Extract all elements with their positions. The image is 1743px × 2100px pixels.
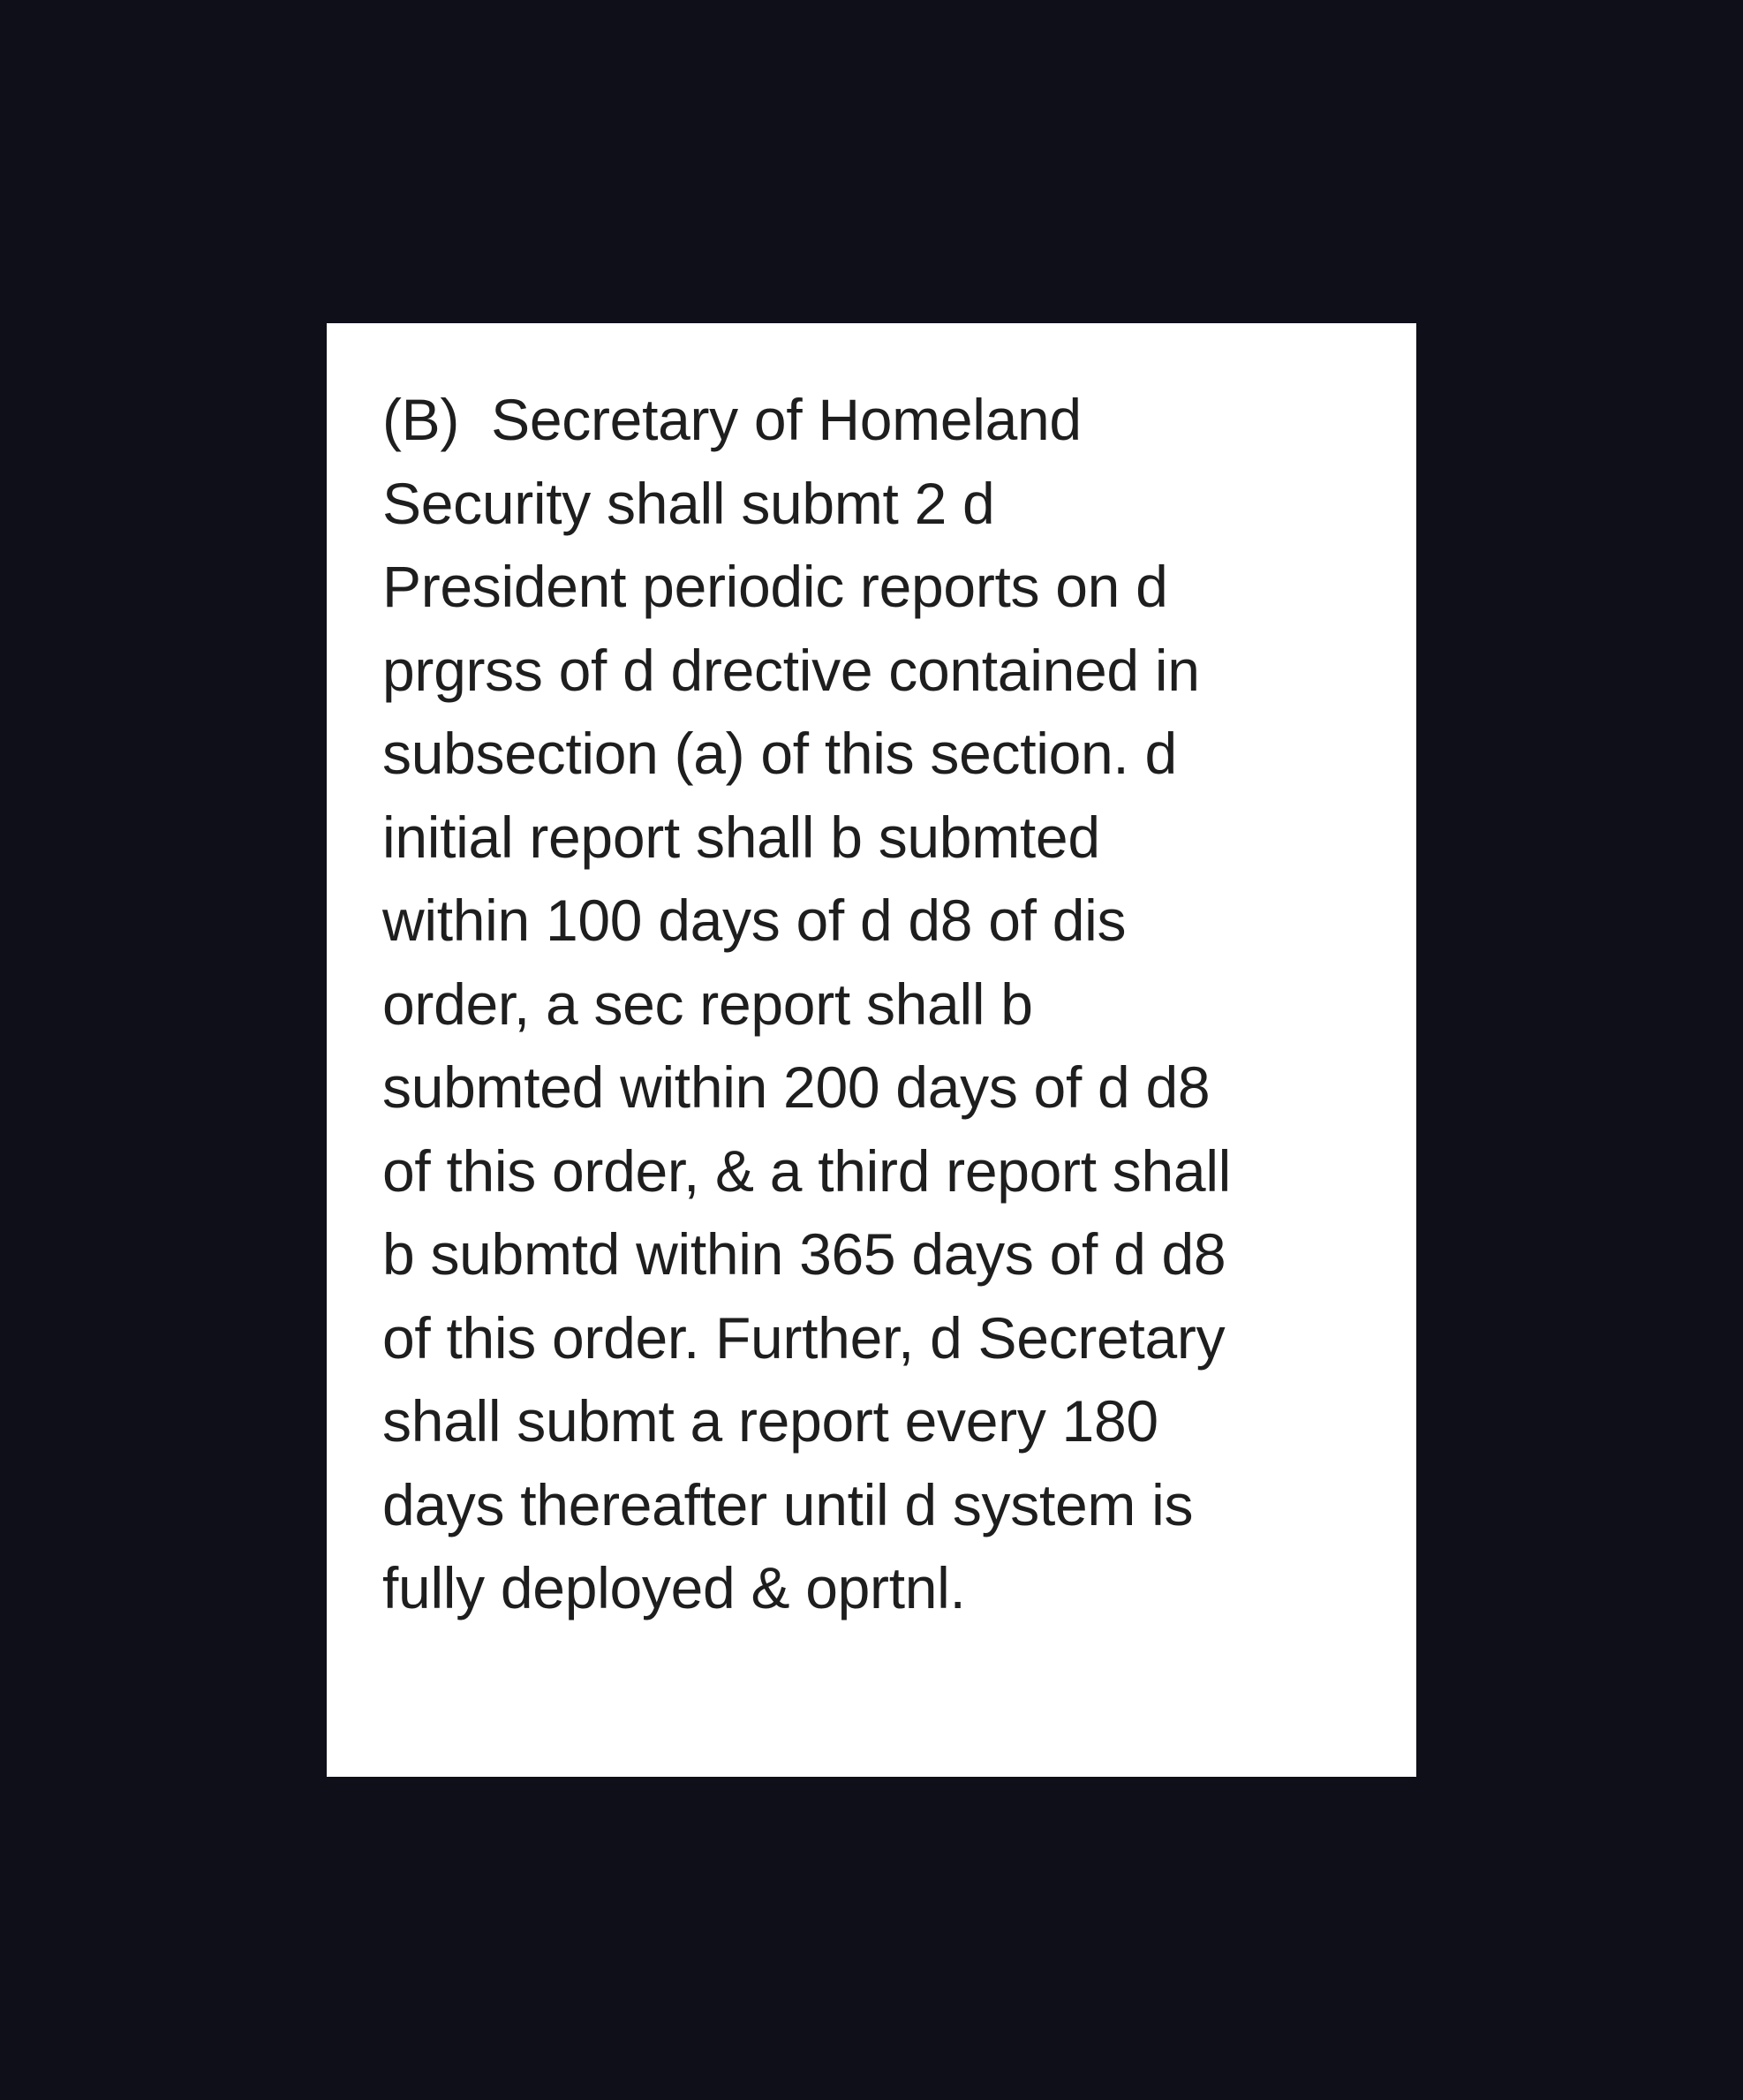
- text-line: shall submt a report every 180: [382, 1388, 1158, 1454]
- document-card: (B) Secretary of Homeland Security shall…: [327, 323, 1416, 1777]
- text-line: subsection (a) of this section. d: [382, 721, 1177, 786]
- text-line: President periodic reports on d: [382, 554, 1168, 619]
- text-line: submted within 200 days of d d8: [382, 1054, 1211, 1120]
- paragraph: (B) Secretary of Homeland Security shall…: [382, 378, 1363, 1630]
- text-line: within 100 days of d d8 of dis: [382, 888, 1127, 953]
- text-line: of this order, & a third report shall: [382, 1137, 1232, 1204]
- text-line: b submtd within 365 days of d d8: [382, 1221, 1226, 1287]
- text-line: (B) Secretary of Homeland: [382, 387, 1082, 452]
- text-line: order, a sec report shall b: [382, 971, 1033, 1037]
- text-line: days thereafter until d system is: [382, 1471, 1194, 1537]
- text-line: prgrss of d drective contained in: [382, 637, 1200, 703]
- text-line: fully deployed & oprtnl.: [382, 1555, 966, 1620]
- text-line: Security shall submt 2 d: [382, 470, 995, 536]
- text-line: initial report shall b submted: [382, 804, 1100, 870]
- text-line: of this order. Further, d Secretary: [382, 1304, 1226, 1371]
